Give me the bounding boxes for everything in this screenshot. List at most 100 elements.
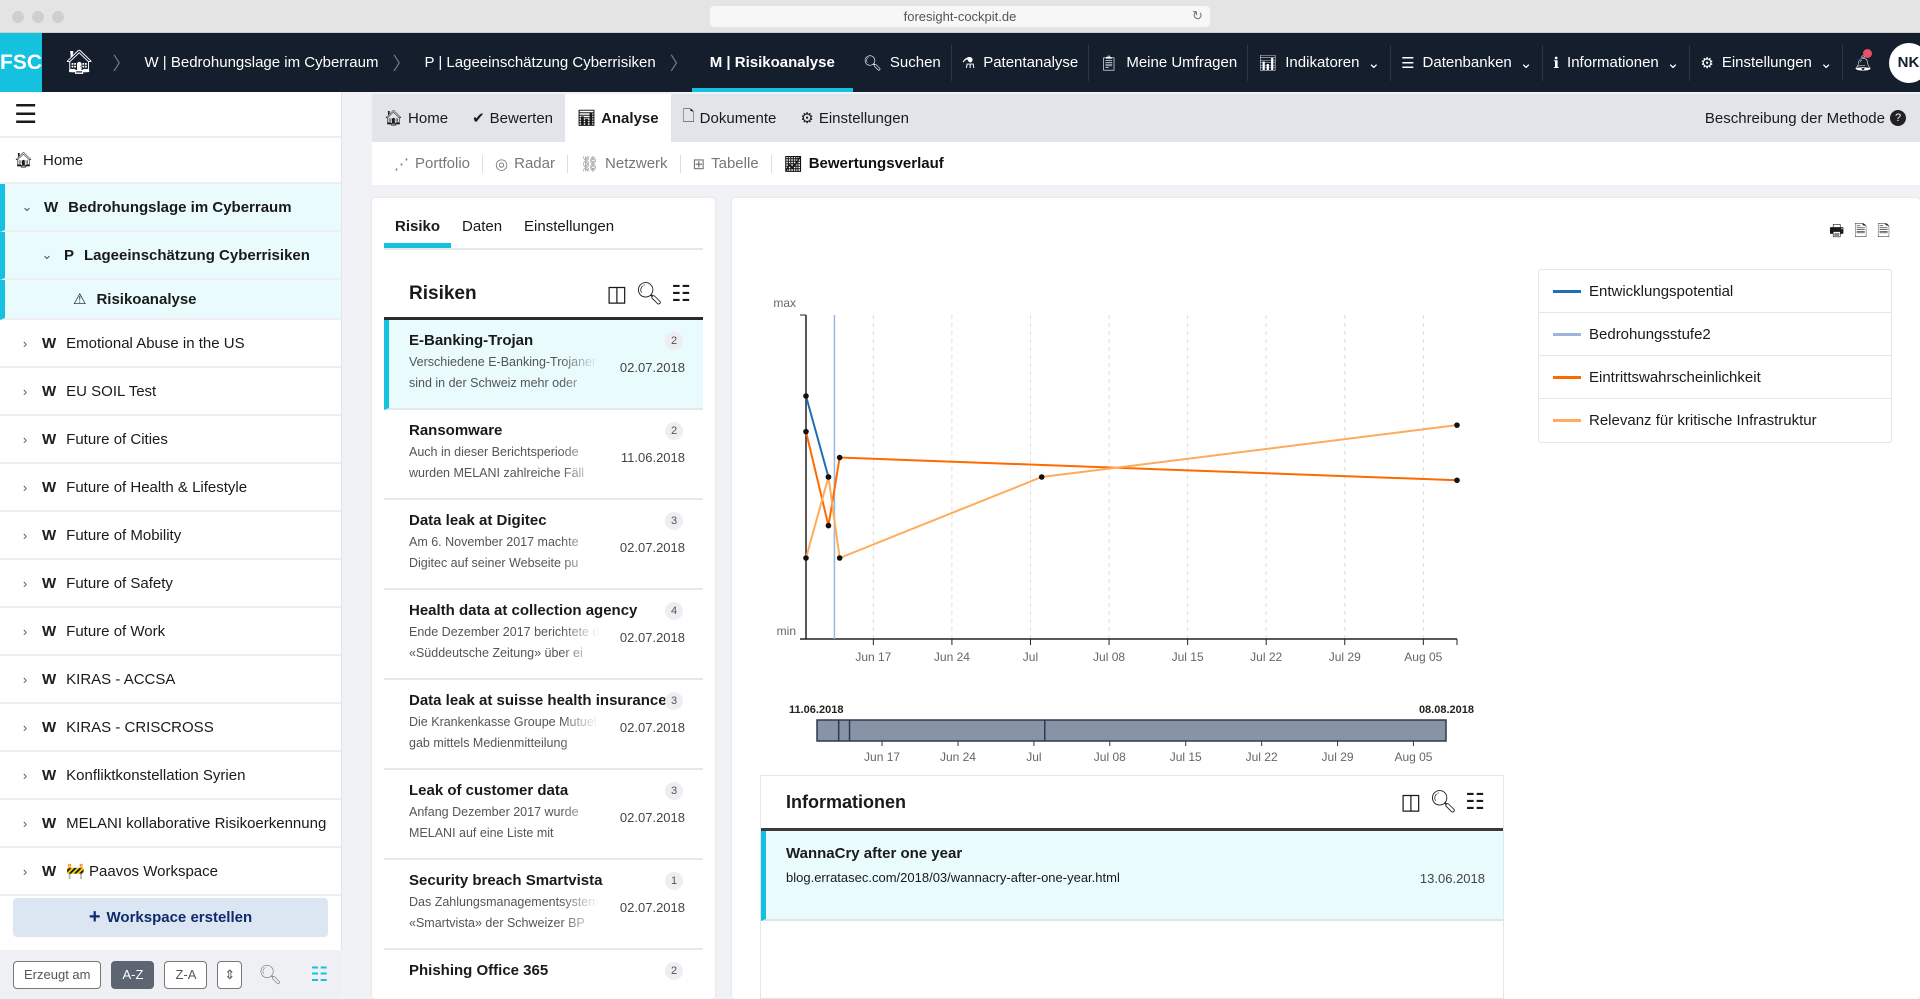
- export-excel-icon[interactable]: 🗎: [1877, 220, 1890, 247]
- question-circle-icon: ?: [1890, 110, 1906, 126]
- tab-dokumente[interactable]: 🗋 Dokumente: [671, 94, 789, 142]
- sort-za-button[interactable]: Z-A: [164, 960, 208, 989]
- sidebar-item-workspace[interactable]: › W EU SOIL Test: [0, 368, 341, 416]
- sidebar-item-workspace[interactable]: › W KIRAS - CRISCROSS: [0, 704, 341, 752]
- sidebar-item-workspace[interactable]: › W Future of Cities: [0, 416, 341, 464]
- filter-sliders-icon[interactable]: ☷: [1465, 789, 1485, 815]
- sidebar-item-workspace-active[interactable]: ⌄ W Bedrohungslage im Cyberraum: [0, 184, 341, 232]
- nav-indikatoren[interactable]: 📊︎ Indikatoren ⌄: [1247, 44, 1390, 81]
- notifications-button[interactable]: 🔔︎: [1842, 44, 1882, 81]
- tab-risiko[interactable]: Risiko: [384, 212, 452, 248]
- window-maximize-button[interactable]: [52, 11, 64, 23]
- sort-az-button[interactable]: A-Z: [111, 960, 155, 989]
- search-icon[interactable]: 🔍︎: [258, 963, 282, 987]
- tab-einstellungen[interactable]: ⚙ Einstellungen: [788, 94, 921, 142]
- legend-swatch: [1553, 419, 1581, 422]
- subtab-netzwerk[interactable]: ⛓ Netzwerk: [566, 154, 680, 173]
- nav-umfragen[interactable]: 📋︎ Meine Umfragen: [1088, 44, 1247, 81]
- navigator-range-handle[interactable]: [816, 719, 1447, 742]
- home-icon: 🏠︎: [384, 110, 404, 127]
- sidebar-item-workspace[interactable]: › W Future of Work: [0, 608, 341, 656]
- home-icon[interactable]: 🏠︎: [42, 48, 108, 77]
- search-icon[interactable]: 🔍︎: [635, 281, 663, 307]
- breadcrumb-workspace[interactable]: W | Bedrohungslage im Cyberraum: [134, 54, 388, 71]
- breadcrumb-method[interactable]: M | Risikoanalyse: [691, 33, 853, 92]
- legend-item[interactable]: Entwicklungspotential: [1539, 270, 1891, 313]
- risk-list-item[interactable]: Health data at collection agency Ende De…: [384, 590, 703, 680]
- type-prefix: W: [44, 198, 59, 216]
- sidebar-item-workspace[interactable]: › W Future of Health & Lifestyle: [0, 464, 341, 512]
- risk-list-item[interactable]: Leak of customer data Anfang Dezember 20…: [384, 770, 703, 860]
- risk-list-item[interactable]: Ransomware Auch in dieser Berichtsperiod…: [384, 410, 703, 500]
- sidebar-item-project-active[interactable]: ⌄ P Lageeinschätzung Cyberrisiken: [0, 232, 341, 280]
- tab-daten[interactable]: Daten: [451, 212, 513, 248]
- export-image-icon[interactable]: 🗎: [1854, 220, 1867, 247]
- sidebar-label: KIRAS - CRISCROSS: [66, 718, 214, 736]
- legend-item[interactable]: Eintrittswahrscheinlichkeit: [1539, 356, 1891, 399]
- risk-list-item[interactable]: Phishing Office 365 2: [384, 950, 703, 999]
- nav-einstellungen[interactable]: ⚙ Einstellungen ⌄: [1689, 44, 1842, 81]
- risk-title: Leak of customer data: [409, 782, 569, 799]
- nav-datenbanken[interactable]: ☰ Datenbanken ⌄: [1390, 44, 1542, 81]
- reload-icon[interactable]: ↻: [1192, 8, 1203, 24]
- sidebar-item-workspace[interactable]: › W Future of Mobility: [0, 512, 341, 560]
- avatar[interactable]: NK: [1888, 42, 1920, 83]
- chevron-right-icon: ›: [22, 383, 28, 399]
- method-description-link[interactable]: Beschreibung der Methode?: [1705, 110, 1920, 127]
- sidebar-item-workspace[interactable]: › W 🚧 Paavos Workspace: [0, 848, 341, 896]
- chevron-right-icon: ›: [22, 335, 28, 351]
- nav-informationen[interactable]: ℹ Informationen ⌄: [1542, 44, 1689, 81]
- tab-analyse[interactable]: 📊︎ Analyse: [565, 94, 671, 142]
- type-prefix: W: [42, 766, 57, 784]
- risk-list-item[interactable]: Security breach Smartvista Das Zahlungsm…: [384, 860, 703, 950]
- columns-icon[interactable]: ◫: [1401, 789, 1422, 815]
- risk-list-item[interactable]: Data leak at suisse health insurance Die…: [384, 680, 703, 770]
- sidebar-item-home[interactable]: 🏠︎ Home: [0, 138, 341, 184]
- sort-created-button[interactable]: Erzeugt am: [13, 960, 102, 989]
- print-icon[interactable]: 🖶: [1829, 220, 1844, 247]
- navigator-tick-label: Jul 15: [1170, 750, 1202, 764]
- information-header: Informationen ◫ 🔍︎ ☷: [761, 776, 1503, 831]
- sidebar-label: Risikoanalyse: [96, 290, 197, 308]
- risk-list-item[interactable]: Data leak at Digitec Am 6. November 2017…: [384, 500, 703, 590]
- nav-patentanalyse[interactable]: ⚗ Patentanalyse: [950, 44, 1089, 81]
- logo[interactable]: FSC: [0, 33, 42, 92]
- sidebar-item-workspace[interactable]: › W Konfliktkonstellation Syrien: [0, 752, 341, 800]
- window-minimize-button[interactable]: [32, 11, 44, 23]
- subtab-portfolio[interactable]: ⋰ Portfolio: [382, 155, 482, 173]
- sidebar-item-workspace[interactable]: › W Emotional Abuse in the US: [0, 320, 341, 368]
- create-workspace-button[interactable]: + Workspace erstellen: [13, 898, 328, 937]
- sidebar-item-workspace[interactable]: › W MELANI kollaborative Risikoerkennung: [0, 800, 341, 848]
- filter-sliders-icon[interactable]: ☷: [310, 962, 328, 987]
- columns-icon[interactable]: ◫: [607, 281, 628, 307]
- subtab-bewertungsverlauf[interactable]: 📈︎ Bewertungsverlauf: [770, 154, 956, 173]
- subtab-radar[interactable]: ◎ Radar: [482, 154, 567, 173]
- tab-home[interactable]: 🏠︎ Home: [372, 94, 460, 142]
- information-item-url[interactable]: blog.erratasec.com/2018/03/wannacry-afte…: [786, 870, 1485, 885]
- url-bar[interactable]: foresight-cockpit.de: [710, 6, 1210, 27]
- legend-item[interactable]: Relevanz für kritische Infrastruktur: [1539, 399, 1891, 442]
- subtab-tabelle[interactable]: ⊞ Tabelle: [679, 154, 771, 173]
- sidebar-item-workspace[interactable]: › W Future of Safety: [0, 560, 341, 608]
- filter-sliders-icon[interactable]: ☷: [671, 281, 691, 307]
- breadcrumb-project[interactable]: P | Lageeinschätzung Cyberrisiken: [414, 54, 665, 71]
- sidebar-item-workspace[interactable]: › W KIRAS - ACCSA: [0, 656, 341, 704]
- risk-date: 11.06.2018: [620, 450, 685, 465]
- hamburger-menu-icon[interactable]: ☰: [0, 92, 341, 138]
- window-close-button[interactable]: [12, 11, 24, 23]
- legend-label: Entwicklungspotential: [1589, 282, 1734, 300]
- search-icon[interactable]: 🔍︎: [1429, 789, 1457, 815]
- tab-bewerten[interactable]: ✔ Bewerten: [460, 94, 565, 142]
- subtab-label: Tabelle: [711, 155, 759, 172]
- information-item[interactable]: WannaCry after one year blog.erratasec.c…: [761, 831, 1503, 921]
- risk-list-item[interactable]: E-Banking-Trojan Verschiedene E-Banking-…: [384, 320, 703, 410]
- sidebar-item-method-active[interactable]: ⚠ Risikoanalyse: [0, 280, 341, 320]
- rating-history-chart[interactable]: Jun 17 Jun 24 Jul Jul 08 Jul 15 Jul 22 Jul 29 A…: [732, 198, 1532, 768]
- plus-icon: +: [88, 906, 101, 928]
- legend-item[interactable]: Bedrohungsstufe2: [1539, 313, 1891, 356]
- sidebar-label: MELANI kollaborative Risikoerkennung: [66, 814, 327, 832]
- tab-einstellungen[interactable]: Einstellungen: [513, 212, 625, 248]
- nav-search[interactable]: 🔍︎ Suchen: [853, 45, 951, 81]
- sort-direction-icon[interactable]: ⇕: [217, 960, 243, 989]
- tab-label: Analyse: [601, 109, 659, 127]
